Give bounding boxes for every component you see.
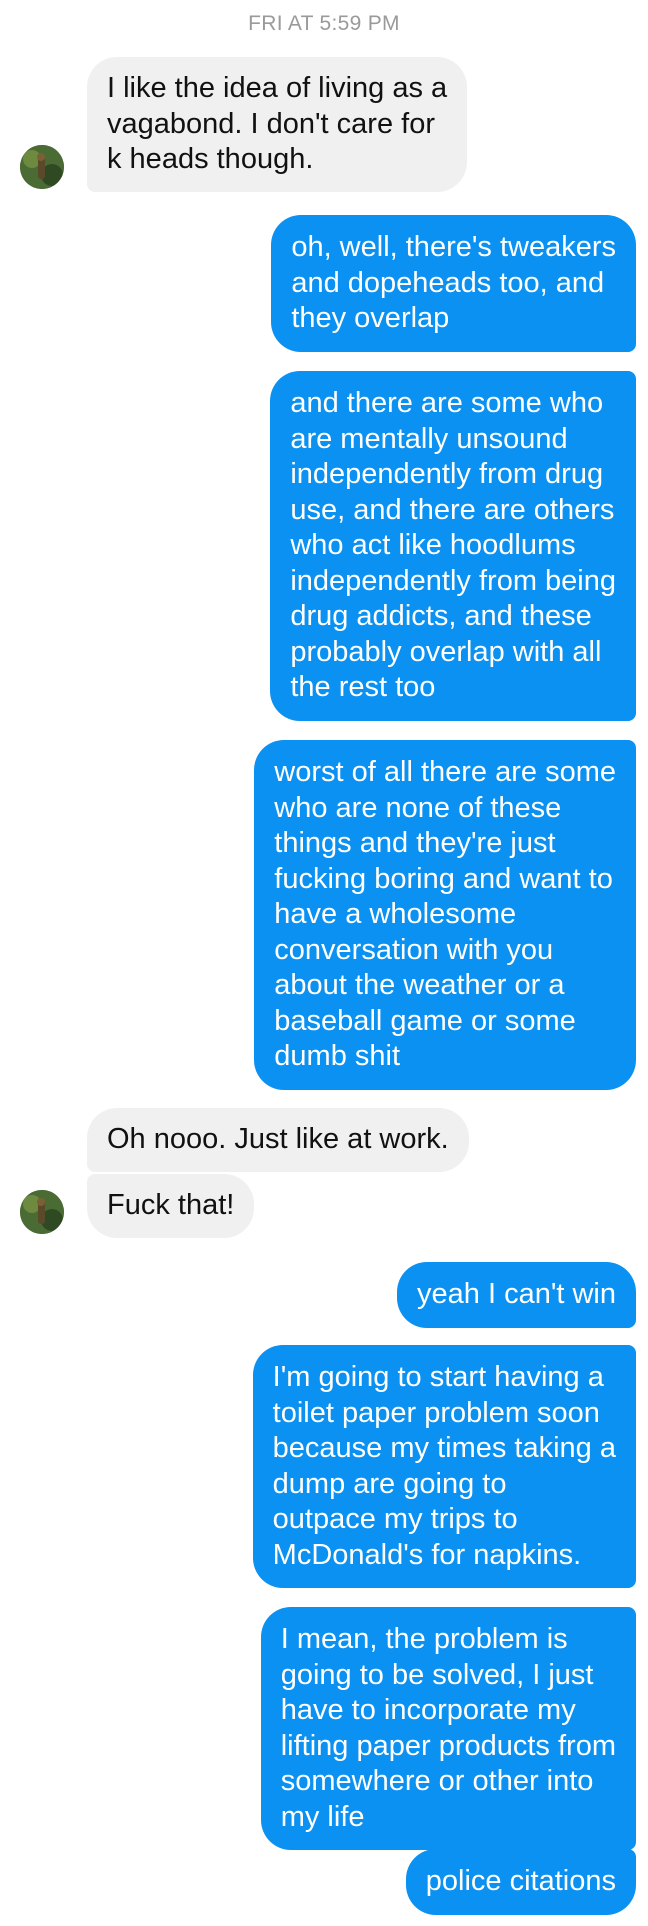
message-bubble-incoming[interactable]: I like the idea of living as a vagabond.… [87, 57, 468, 192]
contact-avatar-icon[interactable] [20, 1190, 64, 1234]
message-bubble-outgoing[interactable]: police citations [405, 1849, 636, 1915]
contact-avatar-icon[interactable] [20, 145, 64, 189]
message-bubble-outgoing[interactable]: and there are some who are mentally unso… [270, 371, 636, 721]
message-bubble-outgoing[interactable]: I mean, the problem is going to be solve… [260, 1607, 636, 1850]
message-bubble-outgoing[interactable]: worst of all there are some who are none… [254, 740, 636, 1090]
message-bubble-outgoing[interactable]: yeah I can't win [397, 1262, 636, 1328]
message-bubble-incoming[interactable]: Fuck that! [87, 1174, 255, 1238]
message-bubble-outgoing[interactable]: I'm going to start having a toilet paper… [252, 1345, 636, 1588]
message-bubble-incoming[interactable]: Oh nooo. Just like at work. [87, 1108, 469, 1172]
conversation-timestamp: FRI AT 5:59 PM [248, 12, 400, 35]
message-bubble-outgoing[interactable]: oh, well, there's tweakers and dopeheads… [271, 215, 636, 352]
